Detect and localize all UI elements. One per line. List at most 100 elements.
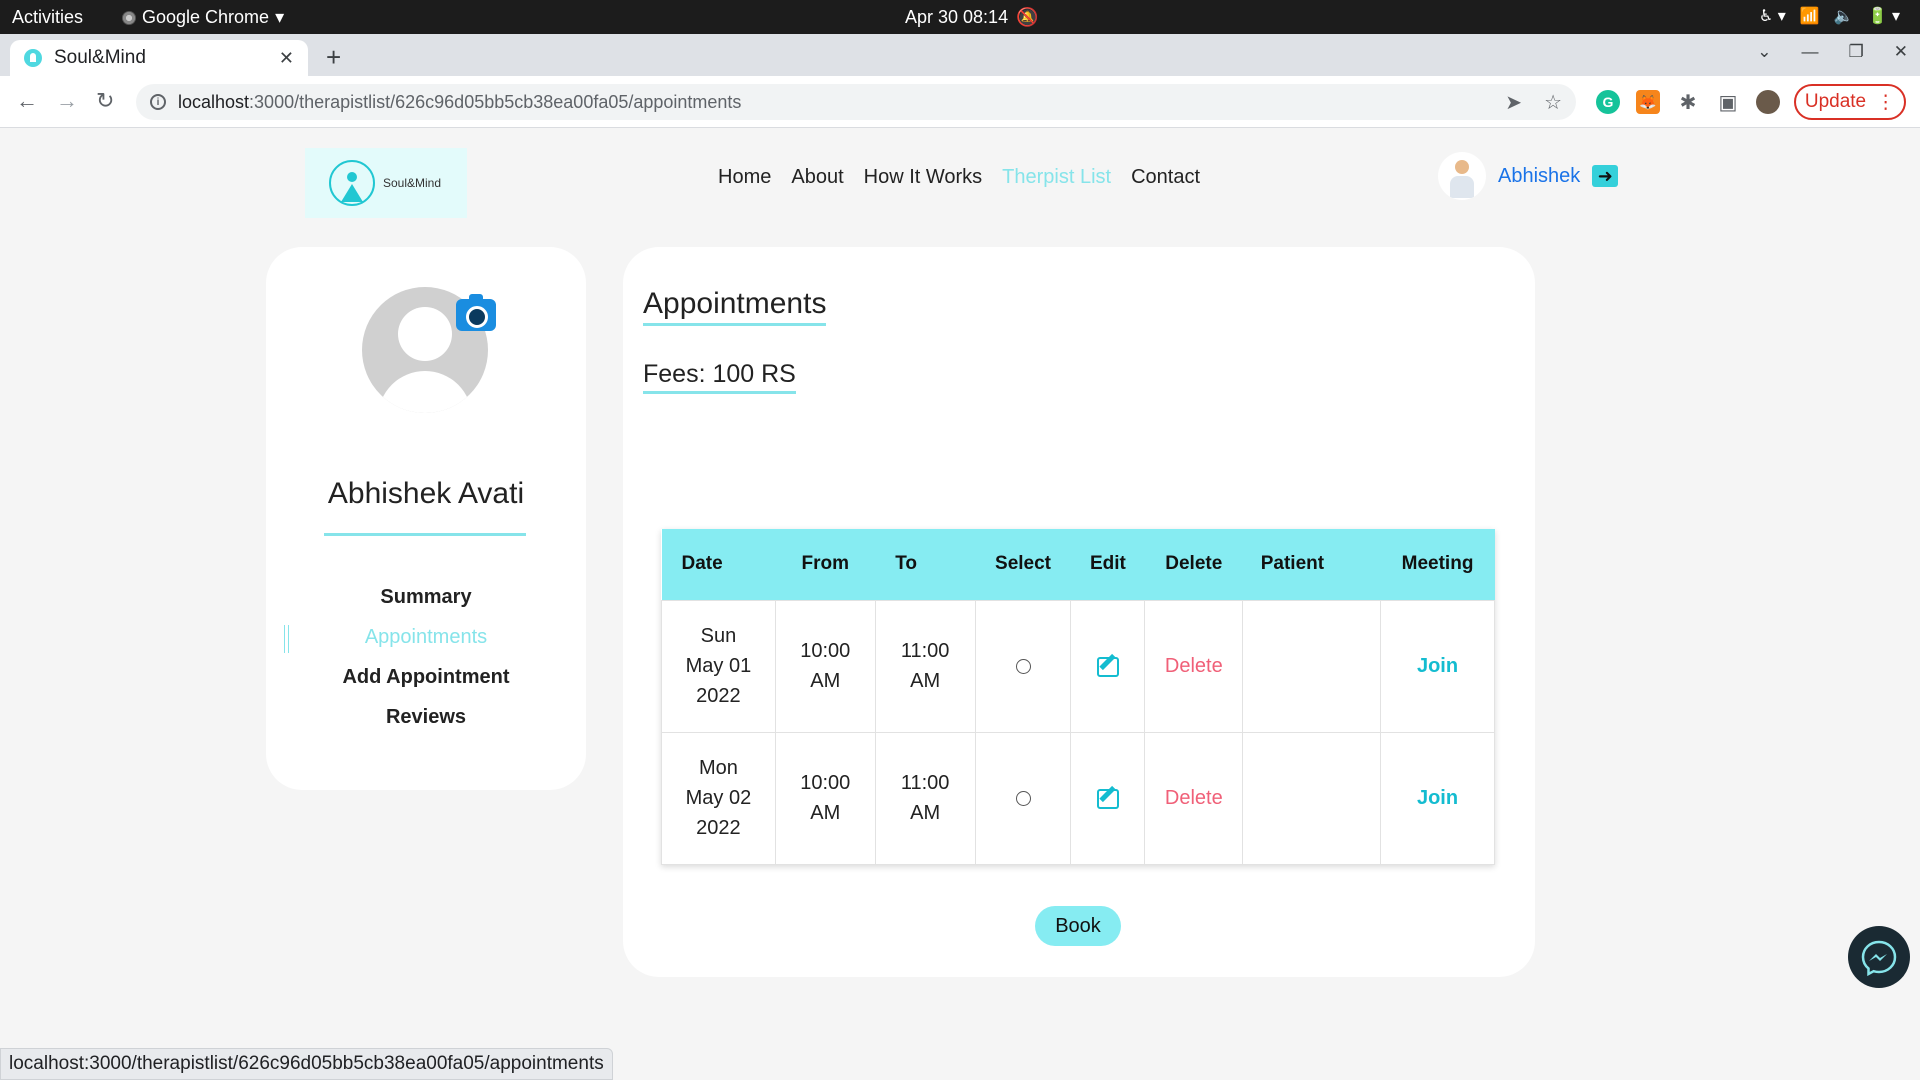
nav-therapist-list[interactable]: Therpist List — [1002, 166, 1111, 189]
delete-link[interactable]: Delete — [1144, 599, 1244, 733]
info-icon[interactable]: i — [150, 94, 166, 110]
side-panel-icon[interactable]: ▣ — [1716, 90, 1740, 114]
from-time: 10:00 — [800, 772, 851, 794]
app-menu-label: Google Chrome — [142, 7, 270, 27]
send-icon[interactable]: ➤ — [1505, 90, 1522, 115]
menu-summary[interactable]: Summary — [266, 577, 586, 617]
favicon-icon — [24, 49, 42, 67]
col-select: Select — [975, 529, 1071, 600]
date-year: 2022 — [696, 817, 741, 839]
tab-strip: Soul&Mind ✕ — [0, 34, 1920, 76]
address-bar[interactable]: i localhost:3000/therapistlist/626c96d05… — [136, 84, 1576, 120]
messenger-icon — [1861, 940, 1897, 976]
cell-edit — [1070, 731, 1146, 865]
username[interactable]: Abhishek — [1498, 165, 1580, 188]
to-ampm: AM — [910, 670, 941, 692]
delete-link[interactable]: Delete — [1144, 731, 1244, 865]
cell-select — [974, 599, 1072, 733]
close-window-icon[interactable]: ✕ — [1894, 42, 1908, 62]
cell-to: 11:00 AM — [874, 731, 976, 865]
star-icon[interactable]: ☆ — [1544, 90, 1562, 115]
minimize-icon[interactable]: — — [1802, 42, 1819, 62]
activities-button[interactable]: Activities — [12, 7, 83, 28]
reload-icon[interactable]: ↻ — [96, 88, 114, 114]
user-menu[interactable]: Abhishek ➜ — [1438, 152, 1619, 200]
date-day: Sun — [700, 625, 737, 647]
logo-icon — [329, 160, 375, 206]
profile-name: Abhishek Avati — [327, 477, 525, 510]
col-date: Date — [661, 529, 776, 600]
camera-icon[interactable] — [456, 294, 496, 331]
join-link[interactable]: Join — [1380, 599, 1495, 733]
select-radio[interactable] — [1015, 791, 1031, 807]
cell-to: 11:00 AM — [874, 599, 976, 733]
app-menu[interactable]: Google Chrome ▾ — [122, 7, 284, 28]
close-tab-icon[interactable]: ✕ — [279, 48, 294, 69]
update-button[interactable]: Update ⋮ — [1794, 84, 1906, 120]
col-from: From — [775, 529, 876, 600]
wifi-icon: 📶 — [1799, 8, 1820, 25]
messenger-chat-button[interactable] — [1848, 926, 1910, 988]
user-avatar[interactable] — [1438, 152, 1486, 200]
browser-tab[interactable]: Soul&Mind ✕ — [10, 40, 308, 76]
new-tab-button[interactable]: + — [326, 42, 341, 73]
menu-reviews[interactable]: Reviews — [266, 697, 586, 737]
nav-home[interactable]: Home — [718, 166, 771, 189]
restore-icon[interactable]: ❐ — [1849, 42, 1864, 62]
col-patient: Patient — [1242, 529, 1381, 600]
book-button[interactable]: Book — [1035, 906, 1121, 946]
date-month-day: May 01 — [685, 655, 752, 677]
system-tray[interactable]: ♿ ▾ 📶 🔈 🔋 ▾ — [1759, 6, 1900, 26]
menu-add-appointment[interactable]: Add Appointment — [266, 657, 586, 697]
col-edit: Edit — [1070, 529, 1145, 600]
update-label: Update — [1804, 91, 1867, 112]
join-link[interactable]: Join — [1380, 731, 1495, 865]
col-to: To — [875, 529, 976, 600]
profile-avatar-icon[interactable] — [1756, 90, 1780, 114]
table-row: Mon May 02 2022 10:00 AM 11:00 AM Delete — [661, 731, 1495, 865]
chevron-down-icon: ▾ — [275, 7, 285, 27]
kebab-menu-icon: ⋮ — [1876, 91, 1896, 113]
cell-patient — [1242, 599, 1382, 733]
cell-from: 10:00 AM — [774, 599, 876, 733]
cell-date: Mon May 02 2022 — [661, 731, 776, 865]
extensions-icon[interactable]: ✱ — [1676, 90, 1700, 114]
profile-side-menu: Summary Appointments Add Appointment Rev… — [266, 577, 586, 737]
nav-about[interactable]: About — [791, 166, 843, 189]
menu-appointments[interactable]: Appointments — [266, 617, 586, 657]
forward-icon[interactable]: → — [56, 88, 78, 114]
to-time: 11:00 — [900, 640, 950, 662]
date-year: 2022 — [696, 685, 741, 707]
tab-title: Soul&Mind — [54, 47, 146, 68]
cell-edit — [1070, 599, 1146, 733]
volume-icon: 🔈 — [1833, 8, 1854, 25]
clock[interactable]: Apr 30 08:14 🔕 — [905, 7, 1039, 28]
site-logo[interactable]: Soul&Mind — [305, 148, 467, 218]
clock-label: Apr 30 08:14 — [905, 7, 1009, 27]
logo-text: Soul&Mind — [383, 176, 442, 190]
cell-patient — [1242, 731, 1382, 865]
grammarly-icon[interactable]: G — [1596, 90, 1620, 114]
nav-contact[interactable]: Contact — [1131, 166, 1200, 189]
cell-select — [974, 731, 1072, 865]
from-ampm: AM — [810, 802, 841, 824]
accessibility-icon[interactable]: ♿ ▾ — [1759, 6, 1786, 26]
select-radio[interactable] — [1015, 659, 1031, 675]
back-icon[interactable]: ← — [16, 88, 38, 114]
to-ampm: AM — [910, 802, 941, 824]
profile-divider — [324, 533, 526, 536]
edit-icon[interactable] — [1096, 788, 1119, 809]
appointments-table: Date From To Select Edit Delete Patient … — [661, 529, 1495, 865]
avatar-head-shape — [398, 307, 452, 361]
chrome-icon — [122, 10, 136, 25]
url-path: :3000/therapistlist/626c96d05bb5cb38ea00… — [249, 91, 742, 112]
metamask-icon[interactable]: 🦊 — [1636, 90, 1660, 114]
table-header-row: Date From To Select Edit Delete Patient … — [661, 529, 1495, 600]
cell-from: 10:00 AM — [774, 731, 876, 865]
nav-how-it-works[interactable]: How It Works — [864, 166, 983, 189]
logout-icon[interactable]: ➜ — [1592, 165, 1619, 187]
edit-icon[interactable] — [1096, 656, 1119, 677]
tab-search-icon[interactable]: ⌄ — [1757, 42, 1771, 62]
appointments-title: Appointments — [643, 287, 827, 326]
col-delete: Delete — [1144, 529, 1243, 600]
